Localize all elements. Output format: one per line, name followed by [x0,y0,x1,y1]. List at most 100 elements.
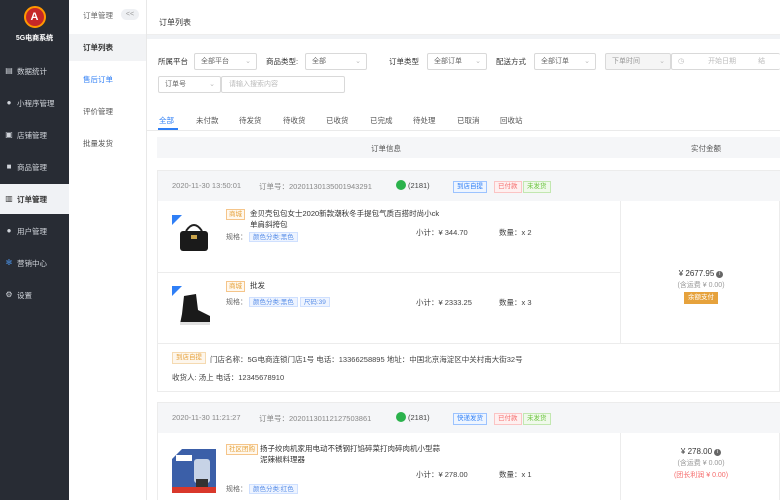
platform-label: 所属平台 [158,57,188,66]
sidebar-item-products[interactable]: ■ 商品管理 [0,152,69,182]
order-amount-cell: ¥ 278.00 i (含运费 ¥ 0.00) (团长利润 ¥ 0.00) [621,447,780,480]
shipping-fee: (含运费 ¥ 0.00) [677,460,725,467]
product-image-shoe[interactable] [172,286,216,330]
tab-to-ship[interactable]: 待发货 [239,115,262,126]
main-sidebar: A 5G电商系统 ▤ 数据统计 ● 小程序管理 ▣ 店铺管理 ■ 商品管理 ▥ 订单管理 … [0,0,69,500]
wechat-icon [396,180,406,190]
time-type-select[interactable]: 下单时间 ⌄ [605,53,671,70]
order-item: 社区团购 扬子绞肉机家用电动不锈钢打馅碎菜打肉碎肉机小型蒜泥辣椒料理器 小计：¥… [158,433,618,500]
order-card: 2020-11-30 11:21:27 订单号：2020113011212750… [157,402,780,500]
product-source-tag: 商城 [226,209,245,220]
paid-badge: 已付款 [494,181,522,193]
sidebar-item-settings[interactable]: ⚙ 设置 [0,280,69,310]
tab-received[interactable]: 已收货 [326,115,349,126]
item-subtotal: 小计：¥ 344.70 [416,228,468,237]
document-icon: ▥ [5,194,13,203]
subnav-item-batch-ship[interactable]: 批量发货 [69,130,146,157]
app-root: A 5G电商系统 ▤ 数据统计 ● 小程序管理 ▣ 店铺管理 ■ 商品管理 ▥ 订单管理 … [0,0,780,500]
delivery-select[interactable]: 全部订单 ⌄ [534,53,596,70]
chevron-down-icon: ⌄ [584,58,590,65]
category-label: 商品类型: [266,57,299,66]
product-name[interactable]: 批发 [250,280,265,291]
pickup-tag: 到店自提 [172,352,206,364]
shipping-fee: (含运费 ¥ 0.00) [677,282,725,289]
tab-completed[interactable]: 已完成 [370,115,393,126]
order-user[interactable]: (2181) [408,181,430,190]
subnav-item-order-list[interactable]: 订单列表 [69,34,146,61]
spec-chip: 颜色分类:黑色 [249,232,298,242]
search-field-select[interactable]: 订单号 ⌄ [158,76,221,93]
gear-icon: ⚙ [5,290,13,299]
sidebar-item-store[interactable]: ▣ 店铺管理 [0,120,69,150]
ship-status-badge: 未发货 [523,413,551,425]
product-name[interactable]: 扬子绞肉机家用电动不锈钢打馅碎菜打肉碎肉机小型蒜泥辣椒料理器 [260,443,440,465]
bar-chart-icon: ▤ [5,66,13,75]
date-range-picker[interactable]: ◷ 开始日期结 [671,53,780,70]
chevron-down-icon: ⌄ [245,58,251,65]
product-source-tag: 社区团购 [226,444,258,455]
subnav-item-aftersale[interactable]: 售后订单 [69,66,146,93]
tab-unpaid[interactable]: 未付款 [196,115,219,126]
receiver-info: 收货人: 汤上 电话：12345678910 [172,373,285,382]
subnav-item-reviews[interactable]: 评价管理 [69,98,146,125]
order-header: 2020-11-30 11:21:27 订单号：2020113011212750… [158,403,780,433]
search-input[interactable]: 请输入搜索内容 [221,76,345,93]
tab-pending[interactable]: 待处理 [413,115,436,126]
info-icon[interactable]: i [716,271,724,278]
tab-recycle-bin[interactable]: 回收站 [500,115,523,126]
sidebar-item-marketing[interactable]: ✻ 营销中心 [0,248,69,278]
sidebar-item-users[interactable]: ● 用户管理 [0,216,69,246]
box-icon: ■ [6,162,12,171]
order-date: 2020-11-30 11:21:27 [172,413,241,422]
item-subtotal: 小计：¥ 2333.25 [416,298,472,307]
user-icon: ● [6,226,12,235]
product-spec: 规格： 颜色分类:黑色 尺码:39 [226,297,330,307]
person-icon: ● [6,98,12,107]
order-amount: ¥ 2677.95 [678,269,715,278]
order-card: 2020-11-30 13:50:01 订单号：2020113013500194… [157,170,780,392]
leader-profit: (团长利润 ¥ 0.00) [673,472,729,479]
tab-cancelled[interactable]: 已取消 [457,115,480,126]
delivery-badge: 快递发货 [453,413,487,425]
tab-to-receive[interactable]: 待收货 [283,115,306,126]
wechat-icon [396,412,406,422]
order-item: 商城 金贝壳包包女士2020新款潮秋冬手提包气质百搭时尚小ck单肩斜挎包 规格：… [158,201,618,272]
col-order-info: 订单信息 [371,144,401,153]
app-logo[interactable]: A 5G电商系统 [0,0,69,56]
sidebar-item-orders[interactable]: ▥ 订单管理 [0,184,69,214]
order-type-select[interactable]: 全部订单 ⌄ [427,53,487,70]
order-number: 订单号：20201130112127503861 [259,414,372,423]
product-spec: 规格： 颜色分类:黑色 [226,232,298,242]
spec-chip: 颜色分类:黑色 [249,297,298,307]
spec-chip: 颜色分类:红色 [249,484,298,494]
sidebar-item-miniprogram[interactable]: ● 小程序管理 [0,88,69,118]
store-icon: ▣ [5,130,13,139]
ship-status-badge: 未发货 [523,181,551,193]
table-header: 订单信息 实付金额 [157,137,780,158]
chevron-down-icon: ⌄ [209,81,215,88]
category-select[interactable]: 全部 ⌄ [305,53,367,70]
app-name: 5G电商系统 [15,35,54,42]
sub-sidebar: 订单管理 << 订单列表 售后订单 评价管理 批量发货 [69,0,147,500]
chevron-down-icon: ⌄ [659,58,665,65]
item-quantity: 数量：x 2 [499,228,532,237]
collapse-toggle-button[interactable]: << [121,9,139,20]
order-number: 订单号：20201130135001943291 [259,182,372,191]
order-user[interactable]: (2181) [408,413,430,422]
sidebar-item-stats[interactable]: ▤ 数据统计 [0,56,69,86]
product-image-grinder[interactable] [172,449,216,493]
store-info: 门店名称：5G电商连锁门店1号 电话：13366258895 地址：中国北京海淀… [210,355,523,364]
product-name[interactable]: 金贝壳包包女士2020新款潮秋冬手提包气质百搭时尚小ck单肩斜挎包 [250,208,440,230]
main-content: 订单列表 所属平台 全部平台 ⌄ 商品类型: 全部 ⌄ 订单类型 全部订单 ⌄ 配送方… [147,0,780,500]
order-header: 2020-11-30 13:50:01 订单号：2020113013500194… [158,171,780,201]
product-source-tag: 商城 [226,281,245,292]
product-image-bag[interactable] [172,215,216,259]
order-amount-cell: ¥ 2677.95 i (含运费 ¥ 0.00) 余额支付 [621,269,780,304]
platform-select[interactable]: 全部平台 ⌄ [194,53,257,70]
logo-icon: A [23,6,46,28]
item-quantity: 数量：x 1 [499,470,532,479]
info-icon[interactable]: i [714,449,722,456]
tab-all[interactable]: 全部 [159,115,174,126]
order-date: 2020-11-30 13:50:01 [172,181,242,190]
product-spec: 规格： 颜色分类:红色 [226,484,298,494]
